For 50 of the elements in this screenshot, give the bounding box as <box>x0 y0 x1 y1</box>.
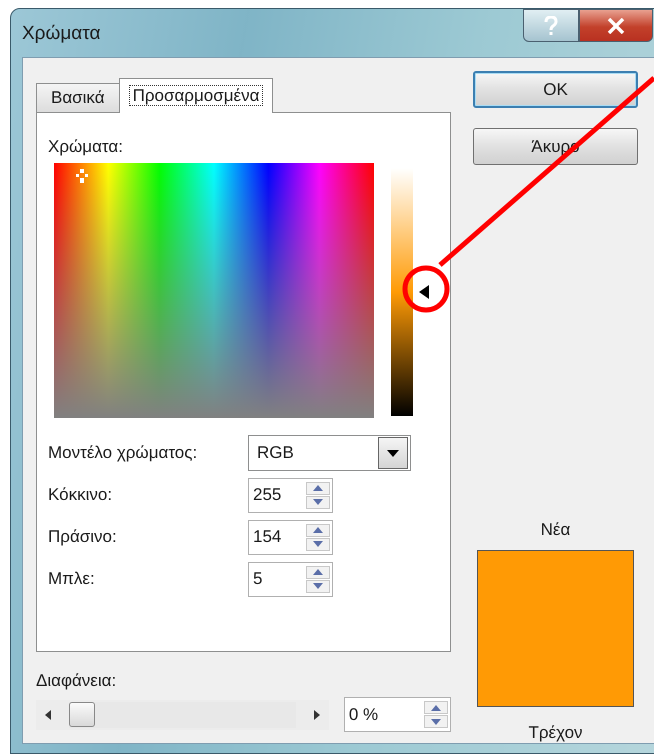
down-arrow-icon <box>313 499 323 505</box>
spin-up-button[interactable] <box>306 524 330 536</box>
down-arrow-icon <box>313 541 323 547</box>
color-model-label: Μοντέλο χρώματος: <box>48 443 198 463</box>
slider-thumb[interactable] <box>69 702 95 726</box>
number-field[interactable]: 5 <box>253 569 293 589</box>
up-arrow-icon <box>431 704 441 710</box>
spin-down-button[interactable] <box>306 496 330 508</box>
question-mark-icon <box>544 16 558 36</box>
down-arrow-icon <box>313 583 323 589</box>
color-spectrum[interactable] <box>54 163 374 418</box>
number-spinner[interactable]: 5 <box>248 562 333 596</box>
tab[interactable]: Βασικά <box>36 83 120 112</box>
new-color-label: Νέα <box>540 520 570 540</box>
number-spinner[interactable]: 154 <box>248 520 333 554</box>
annotation-circle <box>402 266 450 312</box>
window-title: Χρώματα <box>22 23 100 45</box>
up-arrow-icon <box>313 569 323 575</box>
luminance-pointer[interactable] <box>419 285 429 299</box>
number-field[interactable]: 0 % <box>348 704 409 724</box>
down-arrow-icon <box>431 718 441 724</box>
number-spinner[interactable]: 0 % <box>344 697 451 732</box>
colors-label: Χρώματα: <box>48 137 124 157</box>
spin-down-button[interactable] <box>306 538 330 550</box>
crosshair-icon <box>76 169 88 183</box>
caret-icon <box>387 450 399 456</box>
spin-down-button[interactable] <box>306 580 330 592</box>
spin-up-button[interactable] <box>306 566 330 578</box>
spin-up-button[interactable] <box>424 701 448 714</box>
left-arrow-icon <box>45 710 51 720</box>
spin-up-button[interactable] <box>306 482 330 494</box>
number-field[interactable]: 154 <box>253 527 293 547</box>
dialog-button[interactable]: OK <box>473 71 638 108</box>
channel-label: Πράσινο: <box>48 527 118 547</box>
current-color-label: Τρέχον <box>528 723 583 743</box>
transparency-slider[interactable] <box>36 700 329 730</box>
up-arrow-icon <box>313 527 323 533</box>
channel-label: Κόκκινο: <box>48 485 114 505</box>
help-button[interactable] <box>523 9 579 42</box>
right-arrow-icon <box>314 710 320 720</box>
tab[interactable]: Προσαρμοσμένα <box>118 78 274 113</box>
channel-label: Μπλε: <box>48 569 96 589</box>
number-field[interactable]: 255 <box>253 485 293 505</box>
close-icon <box>607 18 625 34</box>
up-arrow-icon <box>313 485 323 491</box>
close-button[interactable] <box>579 9 653 42</box>
color-model-dropdown[interactable]: RGB <box>248 435 411 471</box>
number-spinner[interactable]: 255 <box>248 478 333 512</box>
spin-down-button[interactable] <box>424 715 448 728</box>
transparency-label: Διαφάνεια: <box>36 671 118 691</box>
